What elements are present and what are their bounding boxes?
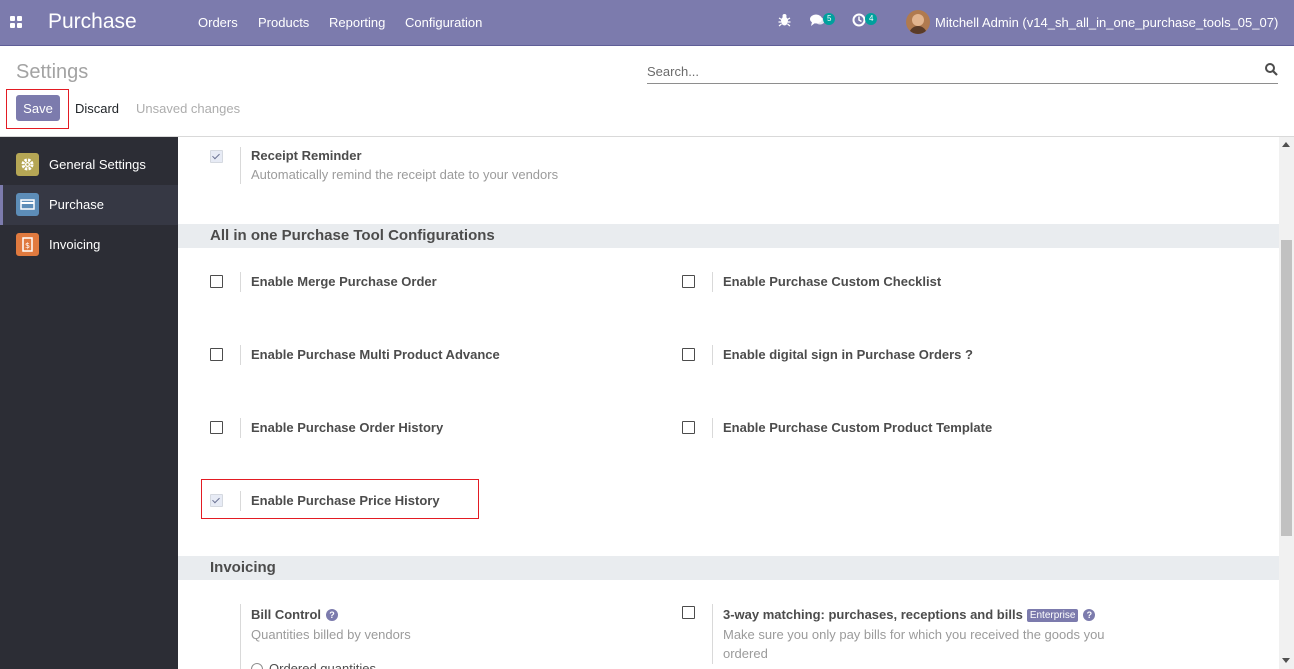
section-title: Invoicing — [210, 559, 276, 576]
three-way-matching-checkbox[interactable] — [682, 606, 695, 619]
search-box — [647, 60, 1278, 84]
search-icon[interactable] — [1265, 63, 1278, 78]
sidebar-item-general-settings[interactable]: General Settings — [0, 145, 178, 185]
scroll-up-arrow-icon[interactable] — [1282, 142, 1290, 147]
setting-divider — [240, 147, 241, 184]
activities-count-badge: 4 — [865, 13, 878, 25]
receipt-reminder-checkbox[interactable] — [210, 150, 223, 163]
help-icon[interactable]: ? — [326, 609, 339, 621]
scroll-thumb[interactable] — [1281, 240, 1292, 536]
digital-sign-checkbox[interactable] — [682, 348, 695, 361]
multi-product-advance-label: Enable Purchase Multi Product Advance — [251, 347, 500, 362]
menu-reporting[interactable]: Reporting — [329, 15, 385, 30]
setting-divider — [712, 418, 713, 438]
sidebar-item-label: Purchase — [49, 197, 104, 212]
user-avatar[interactable] — [906, 10, 930, 34]
settings-sidebar: General Settings Purchase $ Invoicing — [0, 137, 178, 669]
setting-divider — [712, 604, 713, 664]
bill-control-title: Bill Control? — [251, 607, 339, 622]
order-history-label: Enable Purchase Order History — [251, 420, 444, 435]
sidebar-item-purchase[interactable]: Purchase — [0, 185, 178, 225]
help-icon[interactable]: ? — [1083, 609, 1096, 621]
messages-count-badge: 5 — [823, 13, 836, 25]
activities-clock-icon[interactable] — [852, 13, 866, 30]
sidebar-item-invoicing[interactable]: $ Invoicing — [0, 225, 178, 265]
section-header-tools: All in one Purchase Tool Configurations — [178, 224, 1279, 248]
setting-divider — [240, 604, 241, 669]
custom-checklist-label: Enable Purchase Custom Checklist — [723, 274, 942, 289]
order-history-checkbox[interactable] — [210, 421, 223, 434]
save-button[interactable]: Save — [16, 95, 60, 121]
apps-menu-icon[interactable] — [10, 16, 23, 29]
setting-divider — [240, 345, 241, 365]
ordered-quantities-radio[interactable] — [251, 663, 263, 669]
scroll-down-arrow-icon[interactable] — [1282, 658, 1290, 663]
gear-icon — [16, 153, 39, 176]
three-way-matching-title: 3-way matching: purchases, receptions an… — [723, 607, 1096, 622]
app-title[interactable]: Purchase — [48, 10, 137, 34]
content-scrollbar[interactable] — [1279, 137, 1294, 669]
menu-configuration[interactable]: Configuration — [405, 15, 482, 30]
custom-checklist-checkbox[interactable] — [682, 275, 695, 288]
menu-products[interactable]: Products — [258, 15, 309, 30]
top-navbar: Purchase Orders Products Reporting Confi… — [0, 0, 1294, 46]
debug-bug-icon[interactable] — [778, 13, 791, 30]
enterprise-badge: Enterprise — [1026, 609, 1079, 622]
discard-button[interactable]: Discard — [70, 95, 124, 121]
user-menu[interactable]: Mitchell Admin (v14_sh_all_in_one_purcha… — [935, 15, 1278, 30]
digital-sign-label: Enable digital sign in Purchase Orders ? — [723, 347, 973, 362]
ordered-quantities-label: Ordered quantities — [269, 661, 376, 669]
merge-purchase-order-label: Enable Merge Purchase Order — [251, 274, 437, 289]
custom-product-template-label: Enable Purchase Custom Product Template — [723, 420, 993, 435]
setting-divider — [712, 272, 713, 292]
menu-orders[interactable]: Orders — [198, 15, 238, 30]
svg-text:$: $ — [25, 241, 30, 250]
receipt-reminder-title: Receipt Reminder — [251, 148, 362, 163]
sidebar-item-label: General Settings — [49, 157, 146, 172]
control-panel: Settings Save Discard Unsaved changes — [0, 46, 1294, 137]
receipt-reminder-description: Automatically remind the receipt date to… — [251, 167, 559, 182]
multi-product-advance-checkbox[interactable] — [210, 348, 223, 361]
settings-content: Receipt Reminder Automatically remind th… — [178, 137, 1279, 669]
setting-divider — [240, 272, 241, 292]
merge-purchase-order-checkbox[interactable] — [210, 275, 223, 288]
search-input[interactable] — [647, 60, 1247, 82]
purchase-card-icon — [16, 193, 39, 216]
sidebar-item-label: Invoicing — [49, 237, 101, 252]
section-title: All in one Purchase Tool Configurations — [210, 227, 495, 244]
page-title: Settings — [16, 61, 89, 83]
invoice-icon: $ — [16, 233, 39, 256]
setting-divider — [240, 418, 241, 438]
price-history-highlight-box — [201, 479, 479, 519]
custom-product-template-checkbox[interactable] — [682, 421, 695, 434]
three-way-matching-description: Make sure you only pay bills for which y… — [723, 627, 1105, 661]
setting-divider — [712, 345, 713, 365]
bill-control-description: Quantities billed by vendors — [251, 627, 411, 642]
section-header-invoicing: Invoicing — [178, 556, 1279, 580]
unsaved-changes-status: Unsaved changes — [136, 101, 241, 116]
